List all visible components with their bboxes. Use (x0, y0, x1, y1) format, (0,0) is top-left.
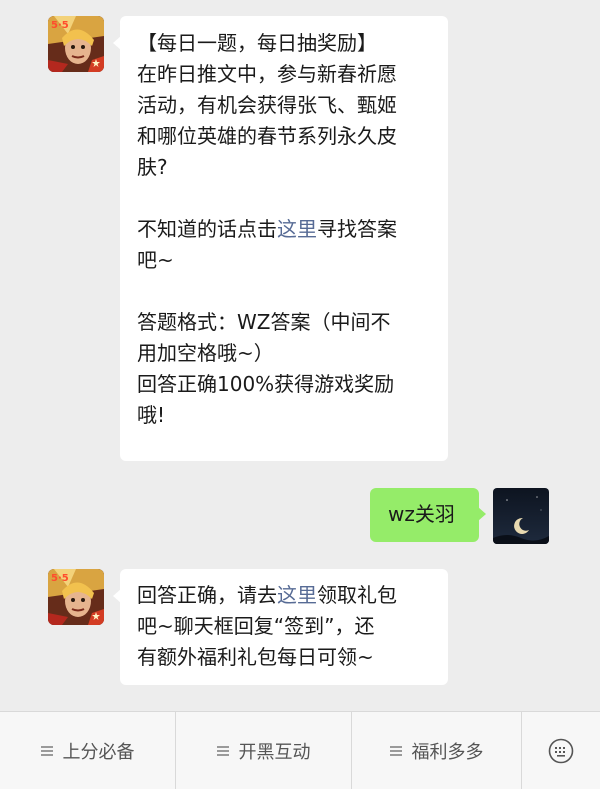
message-line: 答题格式：WZ答案（中间不 (137, 310, 391, 334)
message-line-with-link: 不知道的话点击这里寻找答案 (137, 214, 438, 245)
menu-lines-icon (216, 745, 229, 756)
menu-item-label: 福利多多 (411, 741, 484, 763)
svg-text:5·5: 5·5 (51, 573, 69, 584)
chat-area: 5·5 【每日一题，每日抽奖励】 在昨日推文中，参与新春祈愿 活动，有机会获得张… (0, 0, 600, 711)
bottom-menu-bar: 上分必备 开黑互动 福利多多 (0, 711, 600, 789)
message-line-with-link: 回答正确，请去这里领取礼包 (137, 580, 438, 611)
message-line: 有额外福利礼包每日可领~ (137, 645, 374, 669)
link-prefix-text: 不知道的话点击 (137, 217, 277, 241)
bot-reply-bubble: 回答正确，请去这里领取礼包 吧~聊天框回复“签到”，还 有额外福利礼包每日可领~ (113, 569, 448, 685)
menu-item-kaihei[interactable]: 开黑互动 (176, 712, 352, 789)
menu-item-label: 上分必备 (62, 741, 135, 763)
keyboard-toggle-button[interactable] (522, 712, 600, 789)
message-line: 哦! (137, 403, 166, 427)
user-avatar-icon[interactable] (493, 488, 549, 544)
bot-message-bubble: 【每日一题，每日抽奖励】 在昨日推文中，参与新春祈愿 活动，有机会获得张飞、甄姬… (113, 16, 448, 461)
svg-text:5·5: 5·5 (51, 20, 69, 31)
message-line: 肤? (137, 155, 168, 179)
menu-item-fuli[interactable]: 福利多多 (352, 712, 522, 789)
message-line: 吧~聊天框回复“签到”，还 (137, 614, 375, 638)
message-line: 在昨日推文中，参与新春祈愿 (137, 62, 397, 86)
message-line: 活动，有机会获得张飞、甄姬 (137, 93, 397, 117)
link-prefix-text: 回答正确，请去 (137, 583, 277, 607)
menu-item-label: 开黑互动 (238, 741, 311, 763)
message-line: 和哪位英雄的春节系列永久皮 (137, 124, 397, 148)
user-message-bubble: wz关羽 (370, 488, 486, 542)
menu-item-shangfen[interactable]: 上分必备 (0, 712, 176, 789)
menu-lines-icon (389, 745, 402, 756)
message-line: 吧~ (137, 248, 174, 272)
message-line: 回答正确100%获得游戏奖励 (137, 372, 395, 396)
message-line: 【每日一题，每日抽奖励】 (137, 31, 377, 55)
bot-avatar-icon[interactable]: 5·5 (48, 569, 104, 625)
menu-lines-icon (40, 745, 53, 756)
here-link[interactable]: 这里 (277, 217, 317, 241)
link-suffix-text: 领取礼包 (317, 583, 397, 607)
here-link[interactable]: 这里 (277, 583, 317, 607)
user-message-text: wz关羽 (388, 502, 455, 526)
message-line: 用加空格哦~） (137, 341, 274, 365)
bot-avatar-icon[interactable]: 5·5 (48, 16, 104, 72)
link-suffix-text: 寻找答案 (317, 217, 397, 241)
keyboard-toggle-icon (548, 738, 574, 763)
